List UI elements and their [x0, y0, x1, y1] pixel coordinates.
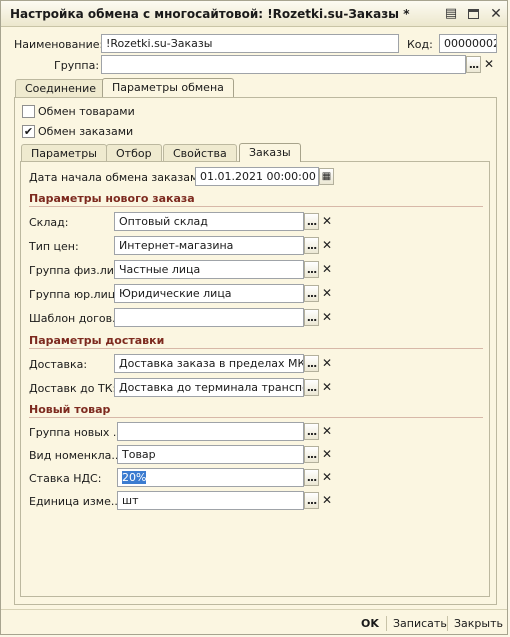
delivery-select-button[interactable]: ...: [304, 355, 319, 372]
price-type-field[interactable]: Интернет-магазина: [114, 236, 304, 255]
orders-exchange-label: Обмен заказами: [38, 125, 134, 138]
footer-separator: [386, 616, 387, 631]
name-field[interactable]: !Rozetki.su-Заказы: [101, 34, 399, 53]
delivery-clear-icon[interactable]: ✕: [320, 355, 334, 372]
menu-icon[interactable]: ▤: [443, 6, 459, 22]
new-group-field[interactable]: [117, 422, 304, 441]
window: Настройка обмена с многосайтовой: !Rozet…: [0, 0, 508, 635]
nomenclature-type-select-button[interactable]: ...: [304, 446, 319, 463]
new-group-clear-icon[interactable]: ✕: [320, 423, 334, 440]
warehouse-field[interactable]: Оптовый склад: [114, 212, 304, 231]
group-fl-label: Группа физ.ли...: [29, 264, 125, 277]
group-label: Группа:: [54, 59, 100, 72]
nomenclature-type-field[interactable]: Товар: [117, 445, 304, 464]
contract-template-select-button[interactable]: ...: [304, 309, 319, 326]
unit-field[interactable]: шт: [117, 491, 304, 510]
delivery-label: Доставка:: [29, 358, 88, 371]
group-yl-clear-icon[interactable]: ✕: [320, 285, 334, 302]
code-label: Код:: [407, 38, 433, 51]
delivery-tk-clear-icon[interactable]: ✕: [320, 379, 334, 396]
start-date-field[interactable]: 01.01.2021 00:00:00: [195, 167, 319, 186]
price-type-label: Тип цен:: [29, 240, 79, 253]
vat-field[interactable]: 20%: [117, 468, 304, 487]
section-divider: [29, 348, 483, 349]
group-yl-select-button[interactable]: ...: [304, 285, 319, 302]
section-divider: [29, 206, 483, 207]
delivery-tk-select-button[interactable]: ...: [304, 379, 319, 396]
nomenclature-type-label: Вид номенкла...: [29, 449, 122, 462]
warehouse-select-button[interactable]: ...: [304, 213, 319, 230]
goods-exchange-label: Обмен товарами: [38, 105, 135, 118]
tab-filter[interactable]: Отбор: [106, 144, 162, 162]
goods-exchange-checkbox[interactable]: [22, 105, 35, 118]
save-button[interactable]: Записать: [393, 617, 447, 630]
nomenclature-type-clear-icon[interactable]: ✕: [320, 446, 334, 463]
unit-select-button[interactable]: ...: [304, 492, 319, 509]
price-type-select-button[interactable]: ...: [304, 237, 319, 254]
group-clear-icon[interactable]: ✕: [482, 56, 496, 73]
tab-parameters[interactable]: Параметры: [21, 144, 107, 162]
delivery-tk-label: Доставк до ТК:: [29, 382, 117, 395]
tab-connection[interactable]: Соединение: [15, 79, 107, 97]
delivery-tk-field[interactable]: Доставка до терминала транспортно: [114, 378, 304, 397]
title-bar: Настройка обмена с многосайтовой: !Rozet…: [1, 1, 507, 27]
tab-properties[interactable]: Свойства: [163, 144, 237, 162]
footer-bar: OK Записать Закрыть: [1, 609, 507, 636]
ok-button[interactable]: OK: [361, 617, 379, 630]
section-delivery: Параметры доставки: [29, 334, 165, 347]
section-divider: [29, 417, 483, 418]
section-new-product: Новый товар: [29, 403, 111, 416]
group-yl-field[interactable]: Юридические лица: [114, 284, 304, 303]
group-fl-clear-icon[interactable]: ✕: [320, 261, 334, 278]
warehouse-clear-icon[interactable]: ✕: [320, 213, 334, 230]
footer-separator: [447, 616, 448, 631]
new-group-label: Группа новых ...: [29, 426, 124, 439]
start-date-label: Дата начала обмена заказами:: [29, 171, 210, 184]
tab-orders[interactable]: Заказы: [239, 143, 301, 162]
warehouse-label: Склад:: [29, 216, 69, 229]
delivery-field[interactable]: Доставка заказа в пределах МКАД: [114, 354, 304, 373]
group-fl-select-button[interactable]: ...: [304, 261, 319, 278]
contract-template-label: Шаблон догов...: [29, 312, 123, 325]
orders-exchange-checkbox[interactable]: ✔: [22, 125, 35, 138]
group-fl-field[interactable]: Частные лица: [114, 260, 304, 279]
group-select-button[interactable]: ...: [466, 56, 481, 73]
unit-clear-icon[interactable]: ✕: [320, 492, 334, 509]
contract-template-clear-icon[interactable]: ✕: [320, 309, 334, 326]
close-button[interactable]: Закрыть: [454, 617, 503, 630]
group-field[interactable]: [101, 55, 466, 74]
tab-exchange-params[interactable]: Параметры обмена: [102, 78, 234, 97]
maximize-icon[interactable]: [465, 6, 481, 22]
group-yl-label: Группа юр.лиц...: [29, 288, 126, 301]
vat-select-button[interactable]: ...: [304, 469, 319, 486]
name-label: Наименование:: [14, 38, 104, 51]
close-icon[interactable]: ✕: [488, 6, 504, 22]
vat-label: Ставка НДС:: [29, 472, 102, 485]
new-group-select-button[interactable]: ...: [304, 423, 319, 440]
section-new-order: Параметры нового заказа: [29, 192, 195, 205]
window-title: Настройка обмена с многосайтовой: !Rozet…: [10, 7, 410, 21]
calendar-icon[interactable]: ▦: [319, 168, 334, 185]
unit-label: Единица изме...: [29, 495, 122, 508]
vat-value: 20%: [122, 471, 147, 484]
vat-clear-icon[interactable]: ✕: [320, 469, 334, 486]
code-field[interactable]: 000000025: [439, 34, 497, 53]
contract-template-field[interactable]: [114, 308, 304, 327]
price-type-clear-icon[interactable]: ✕: [320, 237, 334, 254]
